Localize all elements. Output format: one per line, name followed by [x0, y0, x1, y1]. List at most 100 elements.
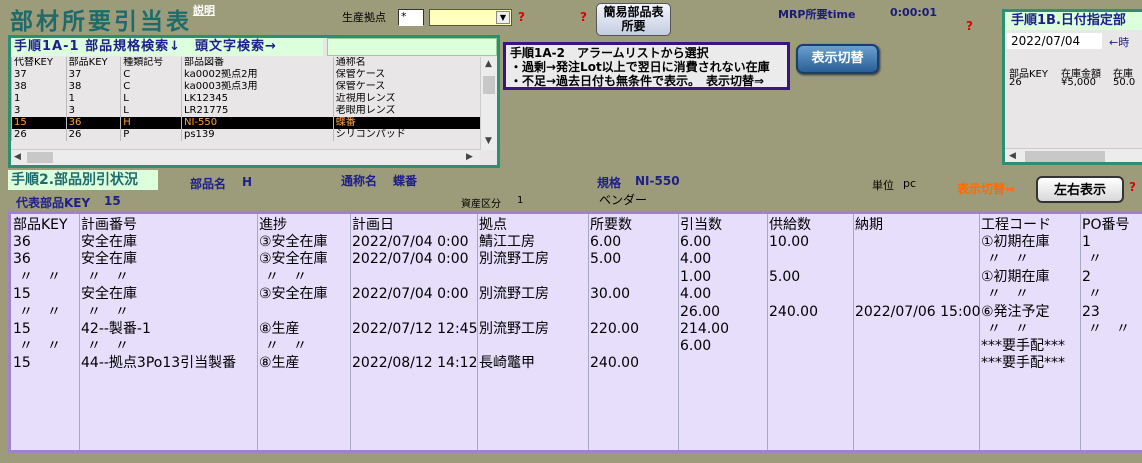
table-cell[interactable]: 36	[13, 234, 31, 251]
help-icon[interactable]: ?	[966, 19, 973, 33]
table-cell[interactable]: 別流野工房	[479, 251, 549, 268]
scroll-left-icon[interactable]: ◀	[1009, 149, 1016, 162]
table-cell[interactable]: 〃 〃	[1088, 321, 1130, 338]
table-cell[interactable]: 2022/07/12 12:45	[352, 321, 478, 338]
part-list-vscroll[interactable]: ▲ ▼	[480, 57, 497, 150]
table-cell[interactable]: 鯖江工房	[479, 234, 535, 251]
table-cell[interactable]: 2022/07/04 0:00	[352, 251, 469, 268]
table-cell[interactable]: 42--製番-1	[81, 321, 151, 338]
table-cell[interactable]: ③安全在庫	[259, 234, 328, 251]
column-header[interactable]: 計画日	[352, 217, 394, 234]
table-cell[interactable]: 2022/07/04 0:00	[352, 234, 469, 251]
scroll-right-icon[interactable]: ▶	[466, 150, 473, 164]
table-cell[interactable]: 安全在庫	[81, 234, 137, 251]
column-header[interactable]: 引当数	[680, 217, 722, 234]
table-cell[interactable]: 5.00	[590, 251, 621, 268]
table-cell[interactable]: 別流野工房	[479, 321, 549, 338]
scroll-thumb[interactable]	[483, 76, 495, 94]
table-cell[interactable]: 44--拠点3Po13引当製番	[81, 355, 236, 372]
column-header[interactable]: 所要数	[590, 217, 632, 234]
table-cell[interactable]: 15	[13, 286, 31, 303]
table-cell[interactable]: ⑧生産	[259, 355, 300, 372]
table-cell[interactable]: 2022/07/06 15:00	[855, 304, 981, 321]
table-cell[interactable]: 240.00	[769, 304, 818, 321]
table-cell[interactable]: 〃 〃	[19, 338, 61, 355]
table-cell[interactable]: ③安全在庫	[259, 286, 328, 303]
lr-display-button[interactable]: 左右表示	[1036, 176, 1124, 203]
table-cell[interactable]: 別流野工房	[479, 286, 549, 303]
column-header[interactable]: 部品KEY	[13, 217, 68, 234]
table-cell[interactable]: 2022/07/04 0:00	[352, 286, 469, 303]
table-cell[interactable]: 4.00	[680, 251, 711, 268]
base-select[interactable]: ▼	[429, 9, 512, 26]
column-header[interactable]: 供給数	[769, 217, 811, 234]
table-cell[interactable]: 6.00	[680, 338, 711, 355]
list-item[interactable]: 26 26 Pps139 シリコンパッド	[11, 129, 480, 141]
table-cell[interactable]: ①初期在庫	[981, 234, 1050, 251]
table-cell[interactable]: ***要手配***	[981, 355, 1065, 372]
list-item[interactable]: 15 36 H NI-550 蝶番	[11, 117, 480, 129]
table-cell[interactable]: 214.00	[680, 321, 729, 338]
list-item[interactable]: 38 38 Cka0003拠点3用 保管ケース	[11, 81, 480, 93]
table-cell[interactable]: 〃 〃	[987, 321, 1029, 338]
table-cell[interactable]: 220.00	[590, 321, 639, 338]
part-list[interactable]: 代替KEY 部品KEY 種類記号 部品図番 通称名 37 37 Cka0002拠点2用 保管ケー…	[11, 57, 480, 141]
table-cell[interactable]: ⑧生産	[259, 321, 300, 338]
table-cell[interactable]: 長崎鼈甲	[479, 355, 535, 372]
date-panel-hscroll[interactable]: ◀	[1005, 148, 1142, 162]
table-cell[interactable]: ⑥発注予定	[981, 304, 1050, 321]
table-cell[interactable]: 4.00	[680, 286, 711, 303]
help-icon[interactable]: ?	[580, 10, 587, 24]
column-header[interactable]: 計画番号	[81, 217, 137, 234]
table-cell[interactable]: ***要手配***	[981, 338, 1065, 355]
scroll-left-icon[interactable]: ◀	[14, 150, 21, 164]
help-icon[interactable]: ?	[518, 10, 525, 24]
part-list-hscroll[interactable]: ◀ ▶	[11, 149, 480, 165]
table-cell[interactable]: ①初期在庫	[981, 269, 1050, 286]
table-cell[interactable]: 2	[1082, 269, 1091, 286]
base-code-input[interactable]: *	[398, 9, 424, 26]
initial-search-input[interactable]	[327, 38, 497, 56]
help-icon[interactable]: ?	[1129, 180, 1136, 194]
column-header[interactable]: 進捗	[259, 217, 287, 234]
allocation-table[interactable]: 部品KEY 計画番号 進捗 計画日 拠点 所要数 引当数 供給数 納期 工程コード PO番号 36 安全…	[8, 211, 1142, 453]
table-cell[interactable]: 〃 〃	[265, 338, 307, 355]
scroll-thumb[interactable]	[1025, 151, 1105, 162]
table-cell[interactable]: ③安全在庫	[259, 251, 328, 268]
chevron-down-icon[interactable]: ▼	[496, 11, 510, 24]
table-cell[interactable]: 1	[1082, 234, 1091, 251]
column-header[interactable]: PO番号	[1082, 217, 1129, 234]
table-cell[interactable]: 15	[13, 321, 31, 338]
table-cell[interactable]: 〃 〃	[19, 304, 61, 321]
table-cell[interactable]: 〃	[1088, 286, 1102, 303]
date-input[interactable]: 2022/07/04	[1007, 33, 1102, 49]
display-toggle-button[interactable]: 表示切替	[796, 44, 879, 74]
list-item[interactable]: 1 1 L LK12345 近視用レンズ	[11, 93, 480, 105]
table-cell[interactable]: 〃 〃	[87, 304, 129, 321]
table-cell[interactable]: 1.00	[680, 269, 711, 286]
table-cell[interactable]: 〃 〃	[87, 269, 129, 286]
table-cell[interactable]: 〃 〃	[87, 338, 129, 355]
alarm-panel[interactable]: 手順1A-2 アラームリストから選択 ・過剰→発注Lot以上で翌日に消費されない…	[503, 42, 790, 90]
table-cell[interactable]: 〃	[1088, 251, 1102, 268]
table-cell[interactable]: 23	[1082, 304, 1100, 321]
table-cell[interactable]: 15	[13, 355, 31, 372]
table-cell[interactable]: 30.00	[590, 286, 630, 303]
table-cell[interactable]: 〃 〃	[19, 269, 61, 286]
table-cell[interactable]: 5.00	[769, 269, 800, 286]
scroll-thumb[interactable]	[27, 152, 53, 163]
table-cell[interactable]: 安全在庫	[81, 286, 137, 303]
list-item[interactable]: 37 37 Cka0002拠点2用 保管ケース	[11, 69, 480, 81]
simple-bom-button[interactable]: 簡易部品表 所要	[596, 3, 671, 36]
table-cell[interactable]: 6.00	[680, 234, 711, 251]
table-cell[interactable]: 10.00	[769, 234, 809, 251]
column-header[interactable]: 工程コード	[981, 217, 1051, 234]
list-item[interactable]: 3 3 L LR21775 老眼用レンズ	[11, 105, 480, 117]
table-cell[interactable]: 26.00	[680, 304, 720, 321]
scroll-up-icon[interactable]: ▲	[485, 57, 492, 71]
table-cell[interactable]: 〃 〃	[265, 269, 307, 286]
column-header[interactable]: 拠点	[479, 217, 507, 234]
table-cell[interactable]: 6.00	[590, 234, 621, 251]
table-cell[interactable]: 36	[13, 251, 31, 268]
table-cell[interactable]: 安全在庫	[81, 251, 137, 268]
